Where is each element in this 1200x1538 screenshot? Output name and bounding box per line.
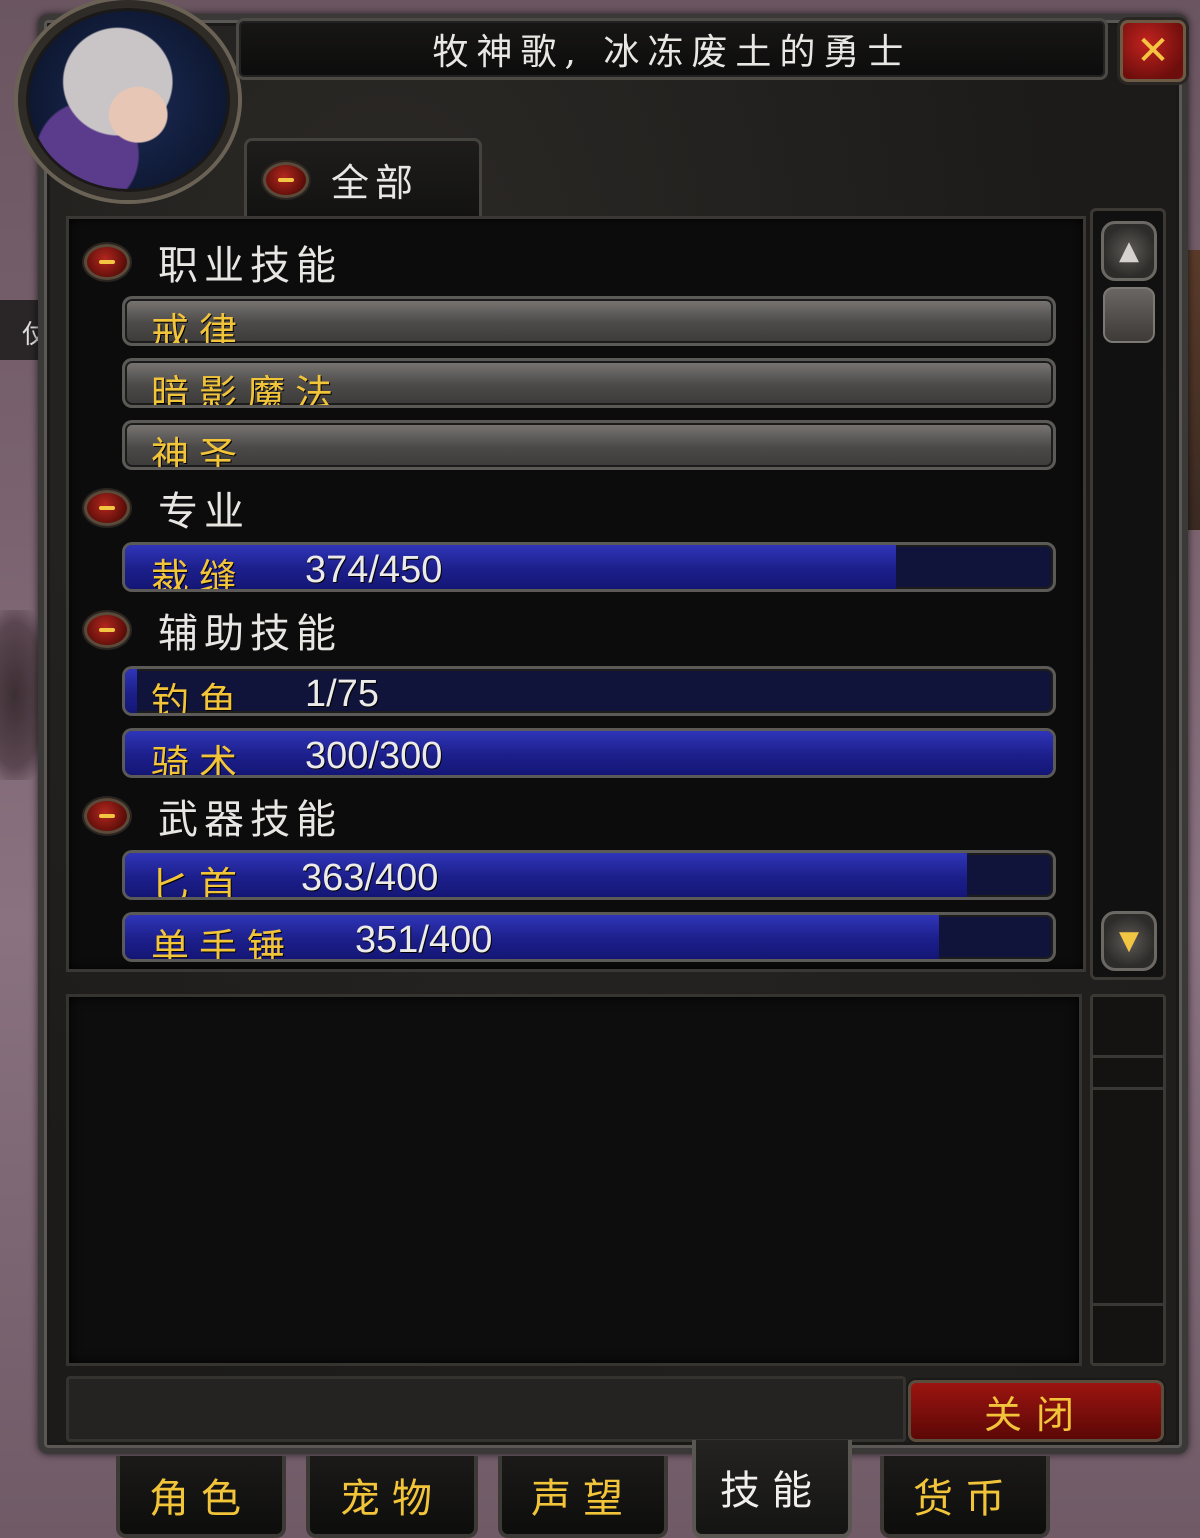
category-header[interactable]: 职业技能 [84,238,342,289]
category-header[interactable]: 武器技能 [84,792,342,843]
skill-bar[interactable]: 裁缝 374/450 [122,542,1056,592]
category-label: 专业 [158,489,250,535]
skill-list-scrollbar[interactable]: ▲ ▼ [1090,208,1166,980]
skill-bar[interactable]: 单手锤 351/400 [122,912,1056,962]
tab-character[interactable]: 角色 [116,1456,286,1538]
scroll-thumb[interactable] [1103,287,1155,343]
tab-reputation[interactable]: 声望 [498,1456,668,1538]
skill-bar[interactable]: 戒律 [122,296,1056,346]
skill-rank: 351/400 [355,919,493,961]
collapse-all-icon[interactable] [263,161,309,198]
skill-rank: 374/450 [305,549,443,591]
status-strip [66,1376,906,1442]
skill-name: 骑术 [151,742,248,778]
tab-all-label: 全部 [331,161,420,205]
skill-rank: 300/300 [305,735,443,777]
tab-currency[interactable]: 货币 [880,1456,1050,1538]
collapse-icon[interactable] [84,490,130,526]
skill-bar[interactable]: 暗影魔法 [122,358,1056,408]
character-portrait [18,0,238,200]
skill-name: 裁缝 [151,556,248,592]
skill-bar[interactable]: 匕首 363/400 [122,850,1056,900]
skill-bar[interactable]: 神圣 [122,420,1056,470]
skill-name: 钓鱼 [151,680,248,716]
skill-progress-fill [125,669,138,713]
skill-name: 匕首 [151,864,248,900]
skill-rank: 363/400 [301,857,439,899]
tab-skills[interactable]: 技能 [692,1440,852,1538]
skill-description-panel [66,994,1082,1366]
category-header[interactable]: 专业 [84,484,250,535]
window-title: 牧神歌, 冰冻废土的勇士 [432,32,912,73]
close-button[interactable]: 关闭 [908,1380,1164,1442]
scroll-down-button[interactable]: ▼ [1101,911,1157,971]
category-label: 辅助技能 [158,611,342,657]
chevron-down-icon: ▼ [1119,926,1139,956]
window-title-bar[interactable]: 牧神歌, 冰冻废土的勇士 [236,18,1108,80]
tab-all[interactable]: 全部 [244,138,482,218]
skill-bar[interactable]: 钓鱼 1/75 [122,666,1056,716]
skill-name: 单手锤 [151,926,296,962]
skill-rank: 1/75 [305,673,379,715]
skill-name: 神圣 [151,434,248,470]
description-side-panel [1090,994,1166,1366]
skill-progress-fill [125,853,968,897]
close-icon: ✕ [1136,28,1170,74]
category-header[interactable]: 辅助技能 [84,606,342,657]
category-label: 职业技能 [158,243,342,289]
skill-bar[interactable]: 骑术 300/300 [122,728,1056,778]
collapse-icon[interactable] [84,612,130,648]
scroll-up-button[interactable]: ▲ [1101,221,1157,281]
close-window-button[interactable]: ✕ [1120,20,1186,82]
skill-progress-fill [125,731,1053,775]
category-label: 武器技能 [158,797,342,843]
collapse-icon[interactable] [84,798,130,834]
tab-pet[interactable]: 宠物 [306,1456,478,1538]
skill-name: 戒律 [151,310,248,346]
skill-name: 暗影魔法 [151,372,344,408]
chevron-up-icon: ▲ [1119,236,1139,266]
collapse-icon[interactable] [84,244,130,280]
